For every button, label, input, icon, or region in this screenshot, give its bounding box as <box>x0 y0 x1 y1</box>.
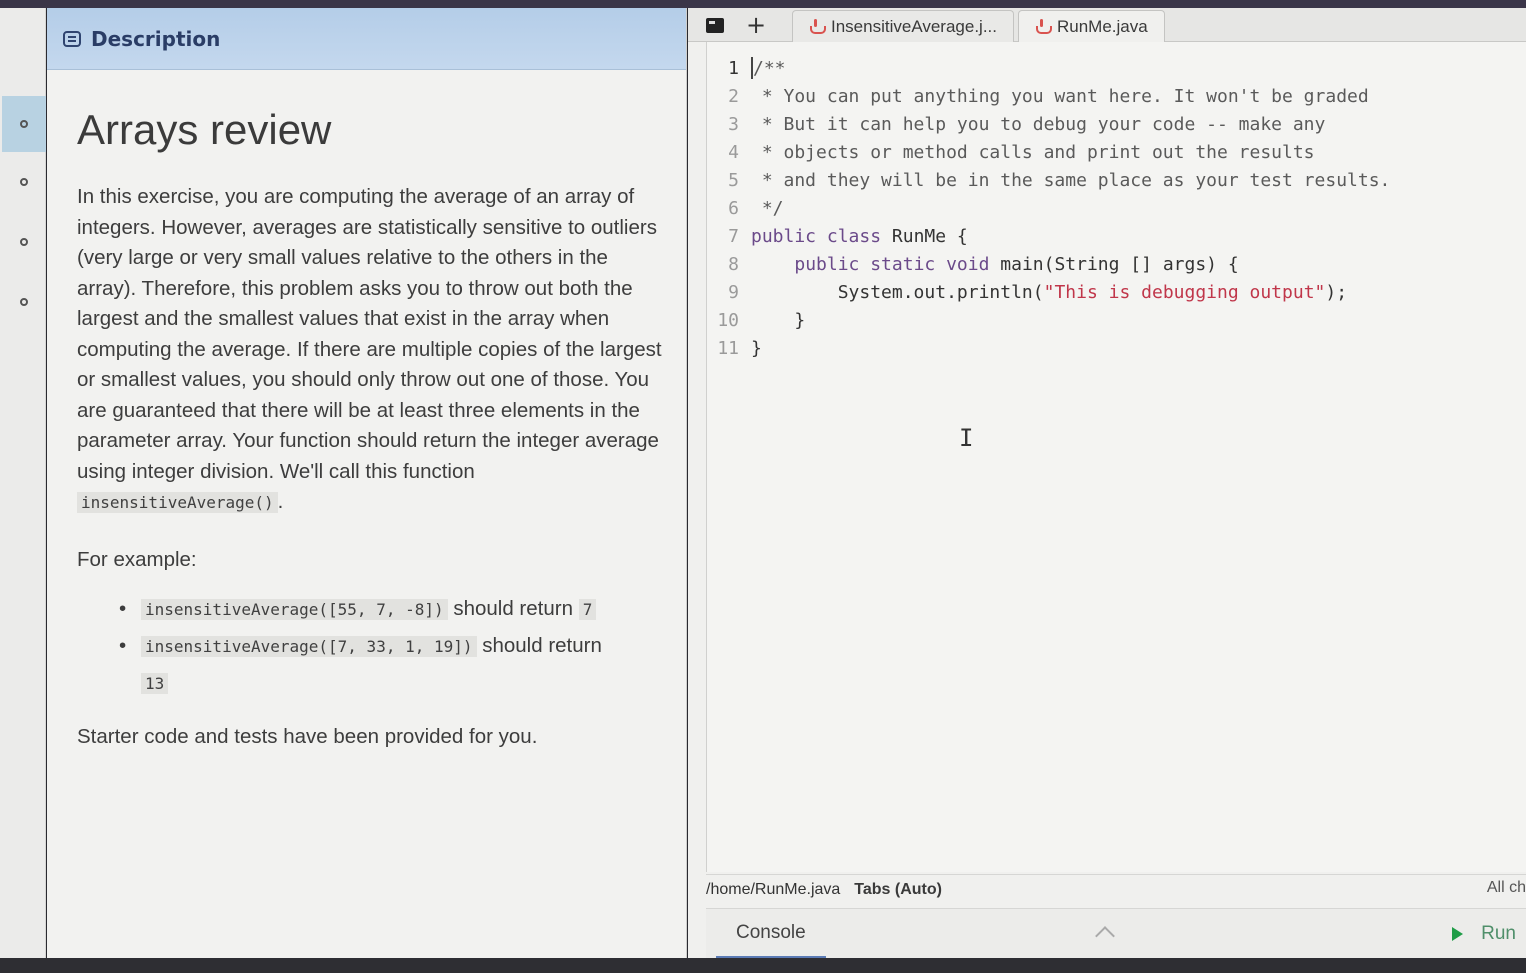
terminal-button[interactable] <box>704 14 726 36</box>
editor-tabbar: + InsensitiveAverage.j... RunMe.java <box>688 8 1526 43</box>
code-line[interactable]: 1 /** <box>707 54 1526 82</box>
line-number: 7 <box>728 225 739 247</box>
text-cursor-ibeam-icon: I <box>959 424 974 452</box>
code-token: public class <box>751 225 892 247</box>
starter-note: Starter code and tests have been provide… <box>77 725 538 748</box>
example-text: should return <box>447 597 579 620</box>
example-item: insensitiveAverage([7, 33, 1, 19]) shoul… <box>119 628 662 702</box>
code-token: */ <box>751 197 784 219</box>
indent-mode[interactable]: Tabs (Auto) <box>854 881 942 899</box>
terminal-icon <box>706 17 724 33</box>
play-icon <box>1452 927 1464 941</box>
chevron-up-icon[interactable] <box>1094 925 1118 939</box>
code-token: } <box>751 337 762 359</box>
rail-item-3[interactable] <box>2 214 46 270</box>
rail-item-1[interactable] <box>2 96 46 152</box>
description-header[interactable]: Description <box>47 8 686 70</box>
line-number: 1 <box>728 57 739 79</box>
exercise-title: Arrays review <box>77 106 332 153</box>
code-line[interactable]: 5 * and they will be in the same place a… <box>707 166 1526 194</box>
new-file-button[interactable]: + <box>744 11 768 39</box>
example-code: insensitiveAverage([55, 7, -8]) <box>141 599 448 620</box>
code-token: main(String [] args) { <box>1000 253 1239 275</box>
example-result: 13 <box>141 673 169 694</box>
line-number: 3 <box>728 113 739 135</box>
example-text: should return <box>476 634 602 657</box>
line-number: 8 <box>728 253 739 275</box>
step-dot-icon <box>20 178 28 186</box>
editor-statusbar: /home/RunMe.java Tabs (Auto) All ch <box>706 874 1526 904</box>
code-editor[interactable]: 1 /** 2 * You can put anything you want he… <box>706 42 1526 872</box>
code-lines: 1 /** 2 * You can put anything you want he… <box>707 54 1526 362</box>
console-label: Console <box>736 921 806 943</box>
java-icon <box>1035 19 1052 35</box>
code-line[interactable]: 6 */ <box>707 194 1526 222</box>
code-line[interactable]: 10 } <box>707 306 1526 334</box>
console-bar: Console Run <box>706 908 1526 959</box>
code-token: System.out.println( <box>751 281 1044 303</box>
code-token: } <box>751 309 806 331</box>
line-number: 6 <box>728 197 739 219</box>
plus-icon: + <box>745 11 767 39</box>
code-token: * objects or method calls and print out … <box>751 141 1315 163</box>
run-label: Run <box>1481 923 1516 944</box>
screen-bezel-bottom <box>0 958 1526 973</box>
line-number: 4 <box>728 141 739 163</box>
left-rail <box>0 8 46 958</box>
rail-item-4[interactable] <box>2 274 46 330</box>
editor-panel: + InsensitiveAverage.j... RunMe.java 1 /*… <box>688 8 1526 959</box>
line-number: 9 <box>728 281 739 303</box>
description-panel: Description Arrays review In this exerci… <box>47 8 687 958</box>
step-dot-icon <box>20 238 28 246</box>
for-example-label: For example: <box>77 547 197 571</box>
code-token: * and they will be in the same place as … <box>751 169 1391 191</box>
code-line[interactable]: 11} <box>707 334 1526 362</box>
paragraph-end: . <box>277 490 284 513</box>
step-dot-icon <box>20 120 28 128</box>
file-path: /home/RunMe.java <box>706 880 841 898</box>
code-token: RunMe { <box>891 225 968 247</box>
code-line[interactable]: 4 * objects or method calls and print ou… <box>707 138 1526 166</box>
code-line[interactable]: 9 System.out.println("This is debugging … <box>707 278 1526 306</box>
description-header-title: Description <box>91 26 221 51</box>
code-token: public static void <box>794 253 1001 275</box>
code-line[interactable]: 8 public static void main(String [] args… <box>707 250 1526 278</box>
step-dot-icon <box>20 298 28 306</box>
tab-label: RunMe.java <box>1057 17 1148 36</box>
description-body: Arrays review In this exercise, you are … <box>47 106 686 753</box>
example-item: insensitiveAverage([55, 7, -8]) should r… <box>119 591 662 628</box>
java-icon <box>809 18 826 35</box>
code-line[interactable]: 3 * But it can help you to debug your co… <box>707 110 1526 138</box>
code-token: * You can put anything you want here. It… <box>751 85 1369 107</box>
code-token: "This is debugging output" <box>1043 281 1326 303</box>
line-number: 10 <box>717 309 739 331</box>
line-number: 11 <box>717 337 739 359</box>
paragraph-text: In this exercise, you are computing the … <box>77 185 662 483</box>
document-icon <box>63 30 81 47</box>
line-number: 2 <box>728 85 739 107</box>
screen-bezel-top <box>0 0 1526 8</box>
line-number: 5 <box>728 169 739 191</box>
console-tab[interactable]: Console <box>716 909 826 959</box>
tab-runme[interactable]: RunMe.java <box>1018 10 1165 43</box>
tab-label: InsensitiveAverage.j... <box>831 16 997 36</box>
run-button[interactable]: Run <box>1452 909 1516 959</box>
example-result: 7 <box>578 599 597 620</box>
exercise-paragraph: In this exercise, you are computing the … <box>77 182 662 519</box>
code-token: ); <box>1325 281 1348 303</box>
function-name-code: insensitiveAverage() <box>77 492 278 513</box>
tab-insensitive-average[interactable]: InsensitiveAverage.j... <box>792 10 1014 42</box>
example-code: insensitiveAverage([7, 33, 1, 19]) <box>141 636 477 657</box>
status-right-text: All ch <box>1486 879 1526 896</box>
code-token: * But it can help you to debug your code… <box>751 113 1326 135</box>
code-line[interactable]: 2 * You can put anything you want here. … <box>707 82 1526 110</box>
rail-item-2[interactable] <box>2 154 46 210</box>
code-token: /** <box>753 57 786 79</box>
code-line[interactable]: 7 public class RunMe { <box>707 222 1526 250</box>
examples-list: insensitiveAverage([55, 7, -8]) should r… <box>119 591 662 702</box>
